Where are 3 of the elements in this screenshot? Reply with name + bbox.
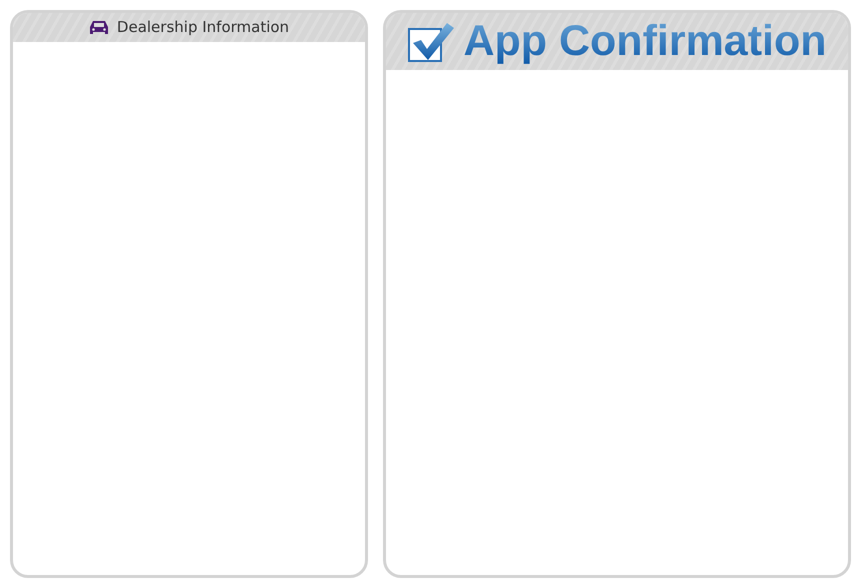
car-icon	[88, 20, 109, 35]
checkbox-icon	[407, 20, 456, 62]
panel-title: Dealership Information	[116, 17, 290, 38]
